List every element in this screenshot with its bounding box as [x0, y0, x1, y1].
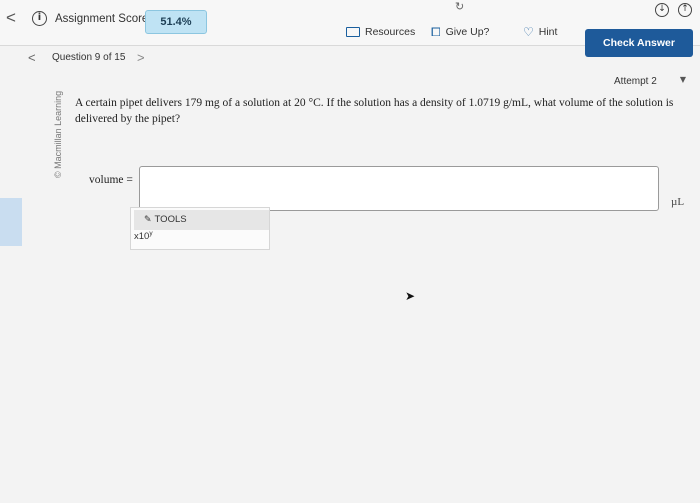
share-icon[interactable]: ↑	[678, 3, 692, 17]
assignment-score-badge: 51.4%	[145, 10, 207, 34]
attempt-selector[interactable]: Attempt 2 ▼	[598, 73, 692, 91]
question-text: A certain pipet delivers 179 mg of a sol…	[75, 97, 674, 125]
unit-label: µL	[671, 196, 685, 208]
lightbulb-icon: ♡	[523, 25, 534, 39]
chevron-left-icon[interactable]: <	[6, 8, 16, 28]
macmillan-watermark: © Macmillan Learning	[53, 90, 63, 178]
scientific-notation-button[interactable]: x10y	[134, 230, 153, 242]
hint-label: Hint	[538, 26, 558, 38]
tools-label: TOOLS	[154, 214, 187, 225]
folder-icon	[346, 27, 360, 37]
next-question-icon[interactable]: >	[137, 50, 145, 65]
download-icon[interactable]: ↓	[655, 3, 669, 17]
previous-question-icon[interactable]: <	[28, 50, 36, 65]
give-up-label: Give Up?	[445, 26, 490, 38]
hint-button[interactable]: ♡ Hint	[523, 22, 557, 42]
tools-panel: ✎ TOOLS x10y	[130, 207, 270, 250]
tools-button[interactable]: ✎ TOOLS	[134, 210, 269, 230]
give-up-button[interactable]: ⧠ Give Up?	[431, 22, 489, 42]
give-up-icon: ⧠	[431, 24, 441, 39]
chevron-down-icon: ▼	[679, 75, 686, 84]
assignment-score-label: Assignment Score:	[55, 13, 152, 25]
mouse-cursor-icon: ➤	[405, 289, 416, 303]
volume-label: volume =	[89, 174, 133, 186]
reload-icon[interactable]: ↻	[455, 0, 464, 13]
corner-icons: ↓ ↑	[655, 3, 692, 17]
pencil-icon: ✎	[144, 215, 152, 225]
resources-label: Resources	[365, 26, 416, 38]
question-number-label: Question 9 of 15	[52, 52, 126, 63]
x10-exponent: y	[149, 230, 153, 237]
left-edge-panel	[0, 198, 22, 246]
resources-button[interactable]: Resources	[346, 22, 415, 42]
question-navigation: < Question 9 of 15 >	[0, 48, 700, 70]
info-icon[interactable]: i	[32, 11, 47, 26]
x10-base: x10	[134, 231, 150, 243]
attempt-label: Attempt 2	[614, 76, 657, 87]
volume-input[interactable]	[139, 166, 659, 211]
